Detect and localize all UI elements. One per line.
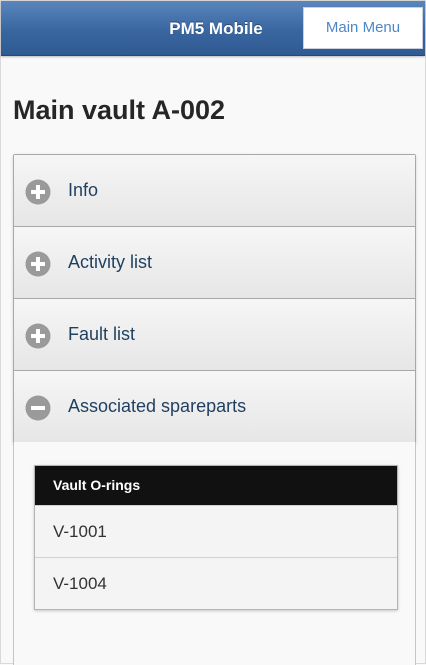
section-info-label: Info bbox=[68, 180, 99, 200]
section-info[interactable]: Info bbox=[14, 155, 415, 227]
minus-circle-icon bbox=[25, 395, 51, 421]
list-item[interactable]: V-1001 bbox=[35, 505, 397, 557]
plus-circle-icon bbox=[25, 179, 51, 205]
spareparts-list: Vault O-rings V-1001 V-1004 bbox=[34, 465, 398, 610]
plus-circle-icon bbox=[25, 251, 51, 277]
section-fault-list-label: Fault list bbox=[68, 324, 136, 344]
section-associated-spareparts[interactable]: Associated spareparts bbox=[14, 371, 415, 443]
header-bar: PM5 Mobile Main Menu bbox=[1, 1, 425, 56]
page-title: Main vault A-002 bbox=[13, 95, 226, 125]
section-associated-spareparts-label: Associated spareparts bbox=[68, 396, 247, 416]
list-item[interactable]: V-1004 bbox=[35, 557, 397, 609]
list-divider-vault-o-rings: Vault O-rings bbox=[35, 466, 397, 505]
section-activity-list[interactable]: Activity list bbox=[14, 227, 415, 299]
main-menu-button[interactable]: Main Menu bbox=[303, 7, 423, 49]
plus-circle-icon bbox=[25, 323, 51, 349]
spareparts-content: Vault O-rings V-1001 V-1004 bbox=[13, 442, 416, 665]
collapsible-set: Info Activity list Fault list Associated… bbox=[13, 154, 416, 444]
section-fault-list[interactable]: Fault list bbox=[14, 299, 415, 371]
section-activity-list-label: Activity list bbox=[68, 252, 153, 272]
